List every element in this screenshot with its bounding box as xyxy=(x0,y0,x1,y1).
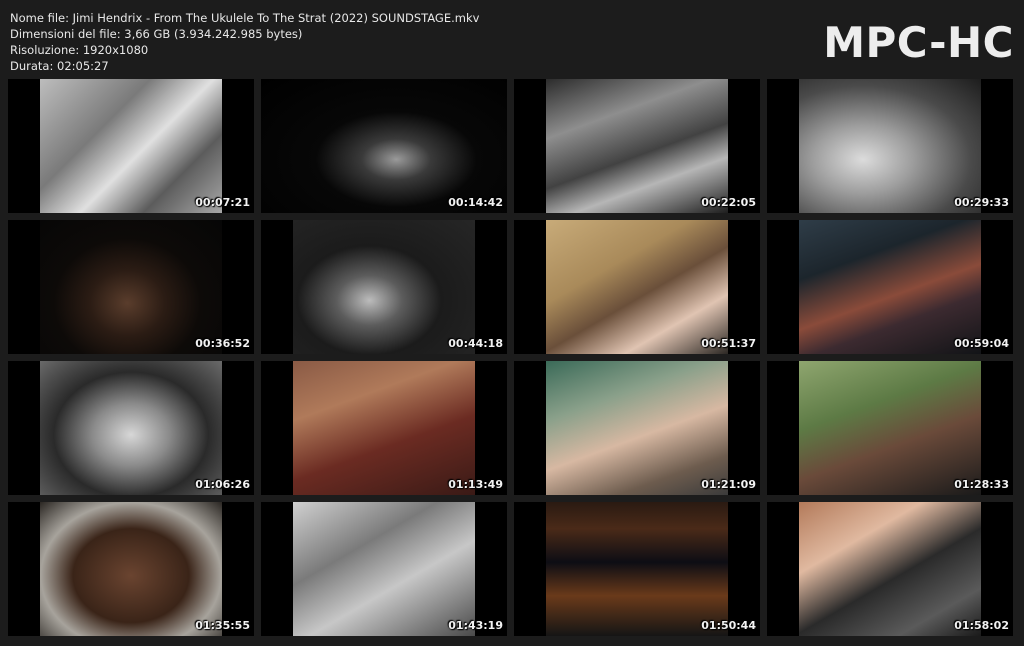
video-frame xyxy=(546,502,728,636)
thumbnail: 01:58:02 xyxy=(767,502,1013,636)
timestamp: 00:07:21 xyxy=(195,196,250,209)
duration: Durata: 02:05:27 xyxy=(10,59,109,73)
video-frame xyxy=(40,361,222,495)
video-frame xyxy=(40,502,222,636)
thumbnail: 00:07:21 xyxy=(8,79,254,213)
thumbnail: 01:50:44 xyxy=(514,502,760,636)
thumbnail: 01:13:49 xyxy=(261,361,507,495)
timestamp: 01:28:33 xyxy=(954,478,1009,491)
timestamp: 00:22:05 xyxy=(701,196,756,209)
video-frame xyxy=(799,79,981,213)
thumbnail: 01:35:55 xyxy=(8,502,254,636)
resolution: Risoluzione: 1920x1080 xyxy=(10,43,149,57)
timestamp: 01:35:55 xyxy=(195,619,250,632)
file-size: Dimensioni del file: 3,66 GB (3.934.242.… xyxy=(10,27,303,41)
video-frame xyxy=(40,79,222,213)
timestamp: 00:59:04 xyxy=(954,337,1009,350)
video-frame xyxy=(546,220,728,354)
video-frame xyxy=(261,79,507,213)
thumbnail: 00:14:42 xyxy=(261,79,507,213)
file-info: Nome file: Jimi Hendrix - From The Ukule… xyxy=(10,10,479,74)
timestamp: 01:21:09 xyxy=(701,478,756,491)
thumbnail: 00:59:04 xyxy=(767,220,1013,354)
timestamp: 01:43:19 xyxy=(448,619,503,632)
timestamp: 00:14:42 xyxy=(448,196,503,209)
timestamp: 01:06:26 xyxy=(195,478,250,491)
thumbnail: 01:28:33 xyxy=(767,361,1013,495)
thumbnail: 00:51:37 xyxy=(514,220,760,354)
thumbnail: 00:29:33 xyxy=(767,79,1013,213)
video-frame xyxy=(799,220,981,354)
timestamp: 00:51:37 xyxy=(701,337,756,350)
video-frame xyxy=(293,220,475,354)
thumbnail: 00:44:18 xyxy=(261,220,507,354)
video-frame xyxy=(40,220,222,354)
video-frame xyxy=(799,361,981,495)
video-frame xyxy=(546,361,728,495)
thumbnail: 00:36:52 xyxy=(8,220,254,354)
thumbnail: 00:22:05 xyxy=(514,79,760,213)
thumbnail: 01:43:19 xyxy=(261,502,507,636)
video-frame xyxy=(293,502,475,636)
timestamp: 00:44:18 xyxy=(448,337,503,350)
file-name: Nome file: Jimi Hendrix - From The Ukule… xyxy=(10,11,480,25)
timestamp: 01:58:02 xyxy=(954,619,1009,632)
thumbnail: 01:06:26 xyxy=(8,361,254,495)
timestamp: 00:36:52 xyxy=(195,337,250,350)
video-frame xyxy=(546,79,728,213)
video-frame xyxy=(293,361,475,495)
mpc-hc-logo: MPC-HC xyxy=(823,18,1014,67)
timestamp: 01:50:44 xyxy=(701,619,756,632)
thumbnail: 01:21:09 xyxy=(514,361,760,495)
video-frame xyxy=(799,502,981,636)
timestamp: 01:13:49 xyxy=(448,478,503,491)
timestamp: 00:29:33 xyxy=(954,196,1009,209)
thumbnail-grid: 00:07:21 00:14:42 00:22:05 00:29:33 00:3… xyxy=(8,79,1018,636)
